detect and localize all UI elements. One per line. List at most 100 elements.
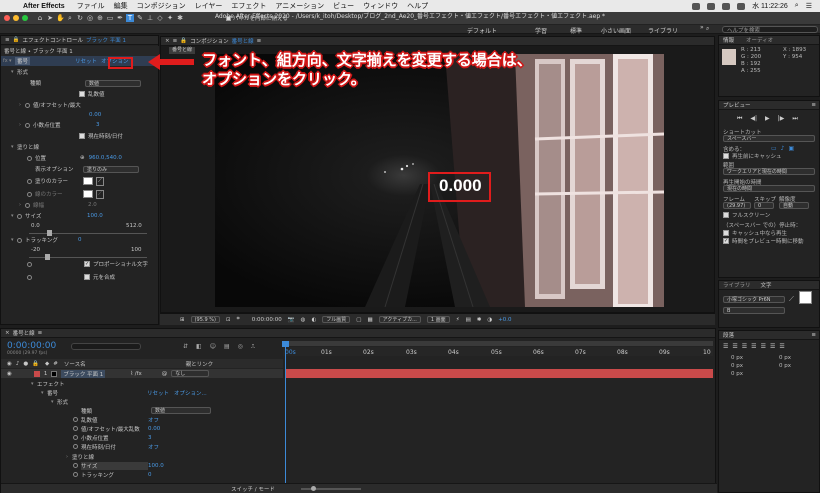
tl-type-dropdown[interactable]: 数値 [151, 407, 211, 414]
workspace-default[interactable]: デフォルト [467, 26, 497, 35]
tl-random-value[interactable]: オフ [148, 416, 159, 424]
roi-icon[interactable]: ▢ [356, 317, 361, 323]
comp-flowchart-icon[interactable]: ⇵ [183, 343, 188, 351]
selection-tool-icon[interactable]: ➤ [46, 14, 54, 22]
text-color-swatch[interactable] [799, 291, 812, 304]
format-group[interactable]: ▾ 形式 [1, 67, 159, 77]
channel-icon[interactable]: ◍ [301, 317, 306, 323]
panel-menu-icon[interactable]: ≡ [811, 102, 816, 108]
character-tab[interactable]: 文字 [761, 281, 772, 289]
random-checkbox[interactable] [79, 91, 85, 97]
justify-left-icon[interactable]: ☰ [751, 343, 756, 350]
roto-tool-icon[interactable]: ✦ [166, 14, 174, 22]
effect-number-row[interactable]: fx ▾ 番号 リセット オプション [1, 56, 159, 66]
brush-tool-icon[interactable]: ✎ [136, 14, 144, 22]
status-icon[interactable] [692, 2, 701, 10]
space-after-value[interactable]: 0 px [779, 363, 791, 369]
zoom-dropdown[interactable]: (95.9 %) [190, 316, 220, 323]
stopwatch-icon[interactable] [17, 237, 22, 243]
tl-options-link[interactable]: オプション... [174, 389, 207, 397]
work-area-bar[interactable] [283, 341, 713, 346]
last-frame-icon[interactable]: ⏭ [792, 115, 797, 123]
parent-dropdown[interactable]: なし [171, 370, 210, 377]
playhead-handle[interactable] [282, 341, 289, 347]
menu-file[interactable]: ファイル [77, 1, 105, 11]
stopwatch-icon[interactable] [73, 417, 78, 422]
label-icon[interactable]: ◆ [45, 361, 49, 367]
timeline-search-input[interactable] [71, 343, 141, 350]
first-line-value[interactable]: 0 px [731, 371, 743, 377]
audio-tab[interactable]: オーディオ [746, 36, 773, 44]
tl-value-offset-value[interactable]: 0.00 [148, 426, 160, 432]
effect-reset-link[interactable]: リセット [75, 57, 97, 65]
panel-menu-icon[interactable]: ≡ [38, 330, 43, 336]
wifi-icon[interactable] [707, 2, 716, 10]
stopwatch-icon[interactable] [27, 261, 32, 267]
stopwatch-icon[interactable] [25, 122, 30, 128]
tracking-value[interactable]: 0 [78, 237, 82, 243]
crosshair-icon[interactable]: ⊕ [80, 155, 85, 161]
search-help-icon[interactable]: ⌕ [706, 25, 709, 33]
preview-title[interactable]: プレビュー [723, 101, 751, 109]
mask-icon[interactable]: ⌗ [237, 316, 240, 323]
stamp-tool-icon[interactable]: ⊥ [146, 14, 154, 22]
font-style-dropdown[interactable]: B [723, 307, 785, 314]
menu-edit[interactable]: 編集 [114, 1, 128, 11]
first-frame-icon[interactable]: ⏮ [737, 115, 742, 123]
composition-name[interactable]: 番号と線 [232, 37, 254, 45]
playhead[interactable] [285, 341, 286, 483]
timeline-icon[interactable]: ▤ [466, 317, 471, 323]
fill-color-swatch[interactable] [83, 177, 93, 185]
layer-duration-bar[interactable] [285, 369, 713, 378]
type-tool-icon[interactable]: T [126, 14, 134, 22]
menu-animation[interactable]: アニメーション [275, 1, 324, 11]
eyedropper-icon[interactable]: ⟋ [96, 176, 104, 186]
column-parent[interactable]: 親とリンク [186, 360, 214, 368]
zoom-slider-handle[interactable] [311, 486, 316, 491]
audio-icon[interactable]: ♪ [16, 361, 20, 367]
type-dropdown[interactable]: 数値 [85, 79, 141, 87]
next-frame-icon[interactable]: |▶ [778, 115, 785, 123]
tl-reset-link[interactable]: リセット [147, 389, 169, 397]
clock[interactable]: 水 11:22:26 [752, 1, 788, 11]
grid-icon[interactable]: ⊡ [226, 317, 231, 323]
effect-controls-layer[interactable]: ブラック 平面 1 [86, 36, 126, 44]
visibility-icon[interactable]: ◉ [7, 371, 12, 377]
column-source-name[interactable]: ソース名 [64, 360, 86, 368]
views-dropdown[interactable]: 1 画面 [426, 316, 450, 323]
lock-icon[interactable]: 🔒 [180, 38, 187, 44]
stopwatch-icon[interactable] [73, 444, 78, 449]
workspace-small-screen[interactable]: 小さい画面 [601, 26, 631, 35]
help-search-input[interactable]: ヘルプを検索 [722, 26, 818, 34]
zoom-slider[interactable] [301, 488, 361, 490]
stopwatch-icon[interactable] [27, 274, 32, 280]
lock-icon[interactable]: 🔒 [13, 37, 20, 43]
menu-effect[interactable]: エフェクト [231, 1, 266, 11]
menu-composition[interactable]: コンポジション [137, 1, 186, 11]
close-window-icon[interactable] [4, 15, 10, 21]
composition-title[interactable]: コンポジション [190, 37, 229, 45]
quality-dropdown[interactable]: フル画質 [322, 316, 351, 323]
stroke-color-swatch[interactable] [83, 190, 93, 198]
pan-tool-icon[interactable]: ⊕ [96, 14, 104, 22]
paragraph-title[interactable]: 段落 [723, 331, 734, 339]
tl-current-time-value[interactable]: オフ [148, 443, 159, 451]
align-left-icon[interactable]: ☰ [723, 343, 728, 350]
decimals-value[interactable]: 3 [96, 122, 100, 128]
stopwatch-icon[interactable] [27, 178, 32, 184]
tl-fill-stroke-group[interactable]: › 塗りと線 [1, 452, 281, 461]
solo-icon[interactable]: ● [23, 361, 28, 367]
video-include-icon[interactable]: ▭ [771, 145, 777, 152]
workspace-learn[interactable]: 学習 [535, 26, 547, 35]
puppet-tool-icon[interactable]: ✱ [176, 14, 184, 22]
menu-help[interactable]: ヘルプ [407, 1, 428, 11]
workspace-libraries[interactable]: ライブラリ [648, 26, 678, 35]
start-dropdown[interactable]: 現在の時間 [723, 185, 815, 192]
timeline-timecode[interactable]: 0:00:00:00 [7, 341, 56, 351]
justify-center-icon[interactable]: ☰ [761, 343, 766, 350]
panel-menu-icon[interactable]: ≡ [173, 38, 178, 44]
workspace-more-icon[interactable]: » [700, 24, 704, 31]
volume-icon[interactable] [722, 2, 731, 10]
info-tab[interactable]: 情報 [723, 36, 734, 44]
search-icon[interactable]: ⌕ [795, 2, 799, 10]
